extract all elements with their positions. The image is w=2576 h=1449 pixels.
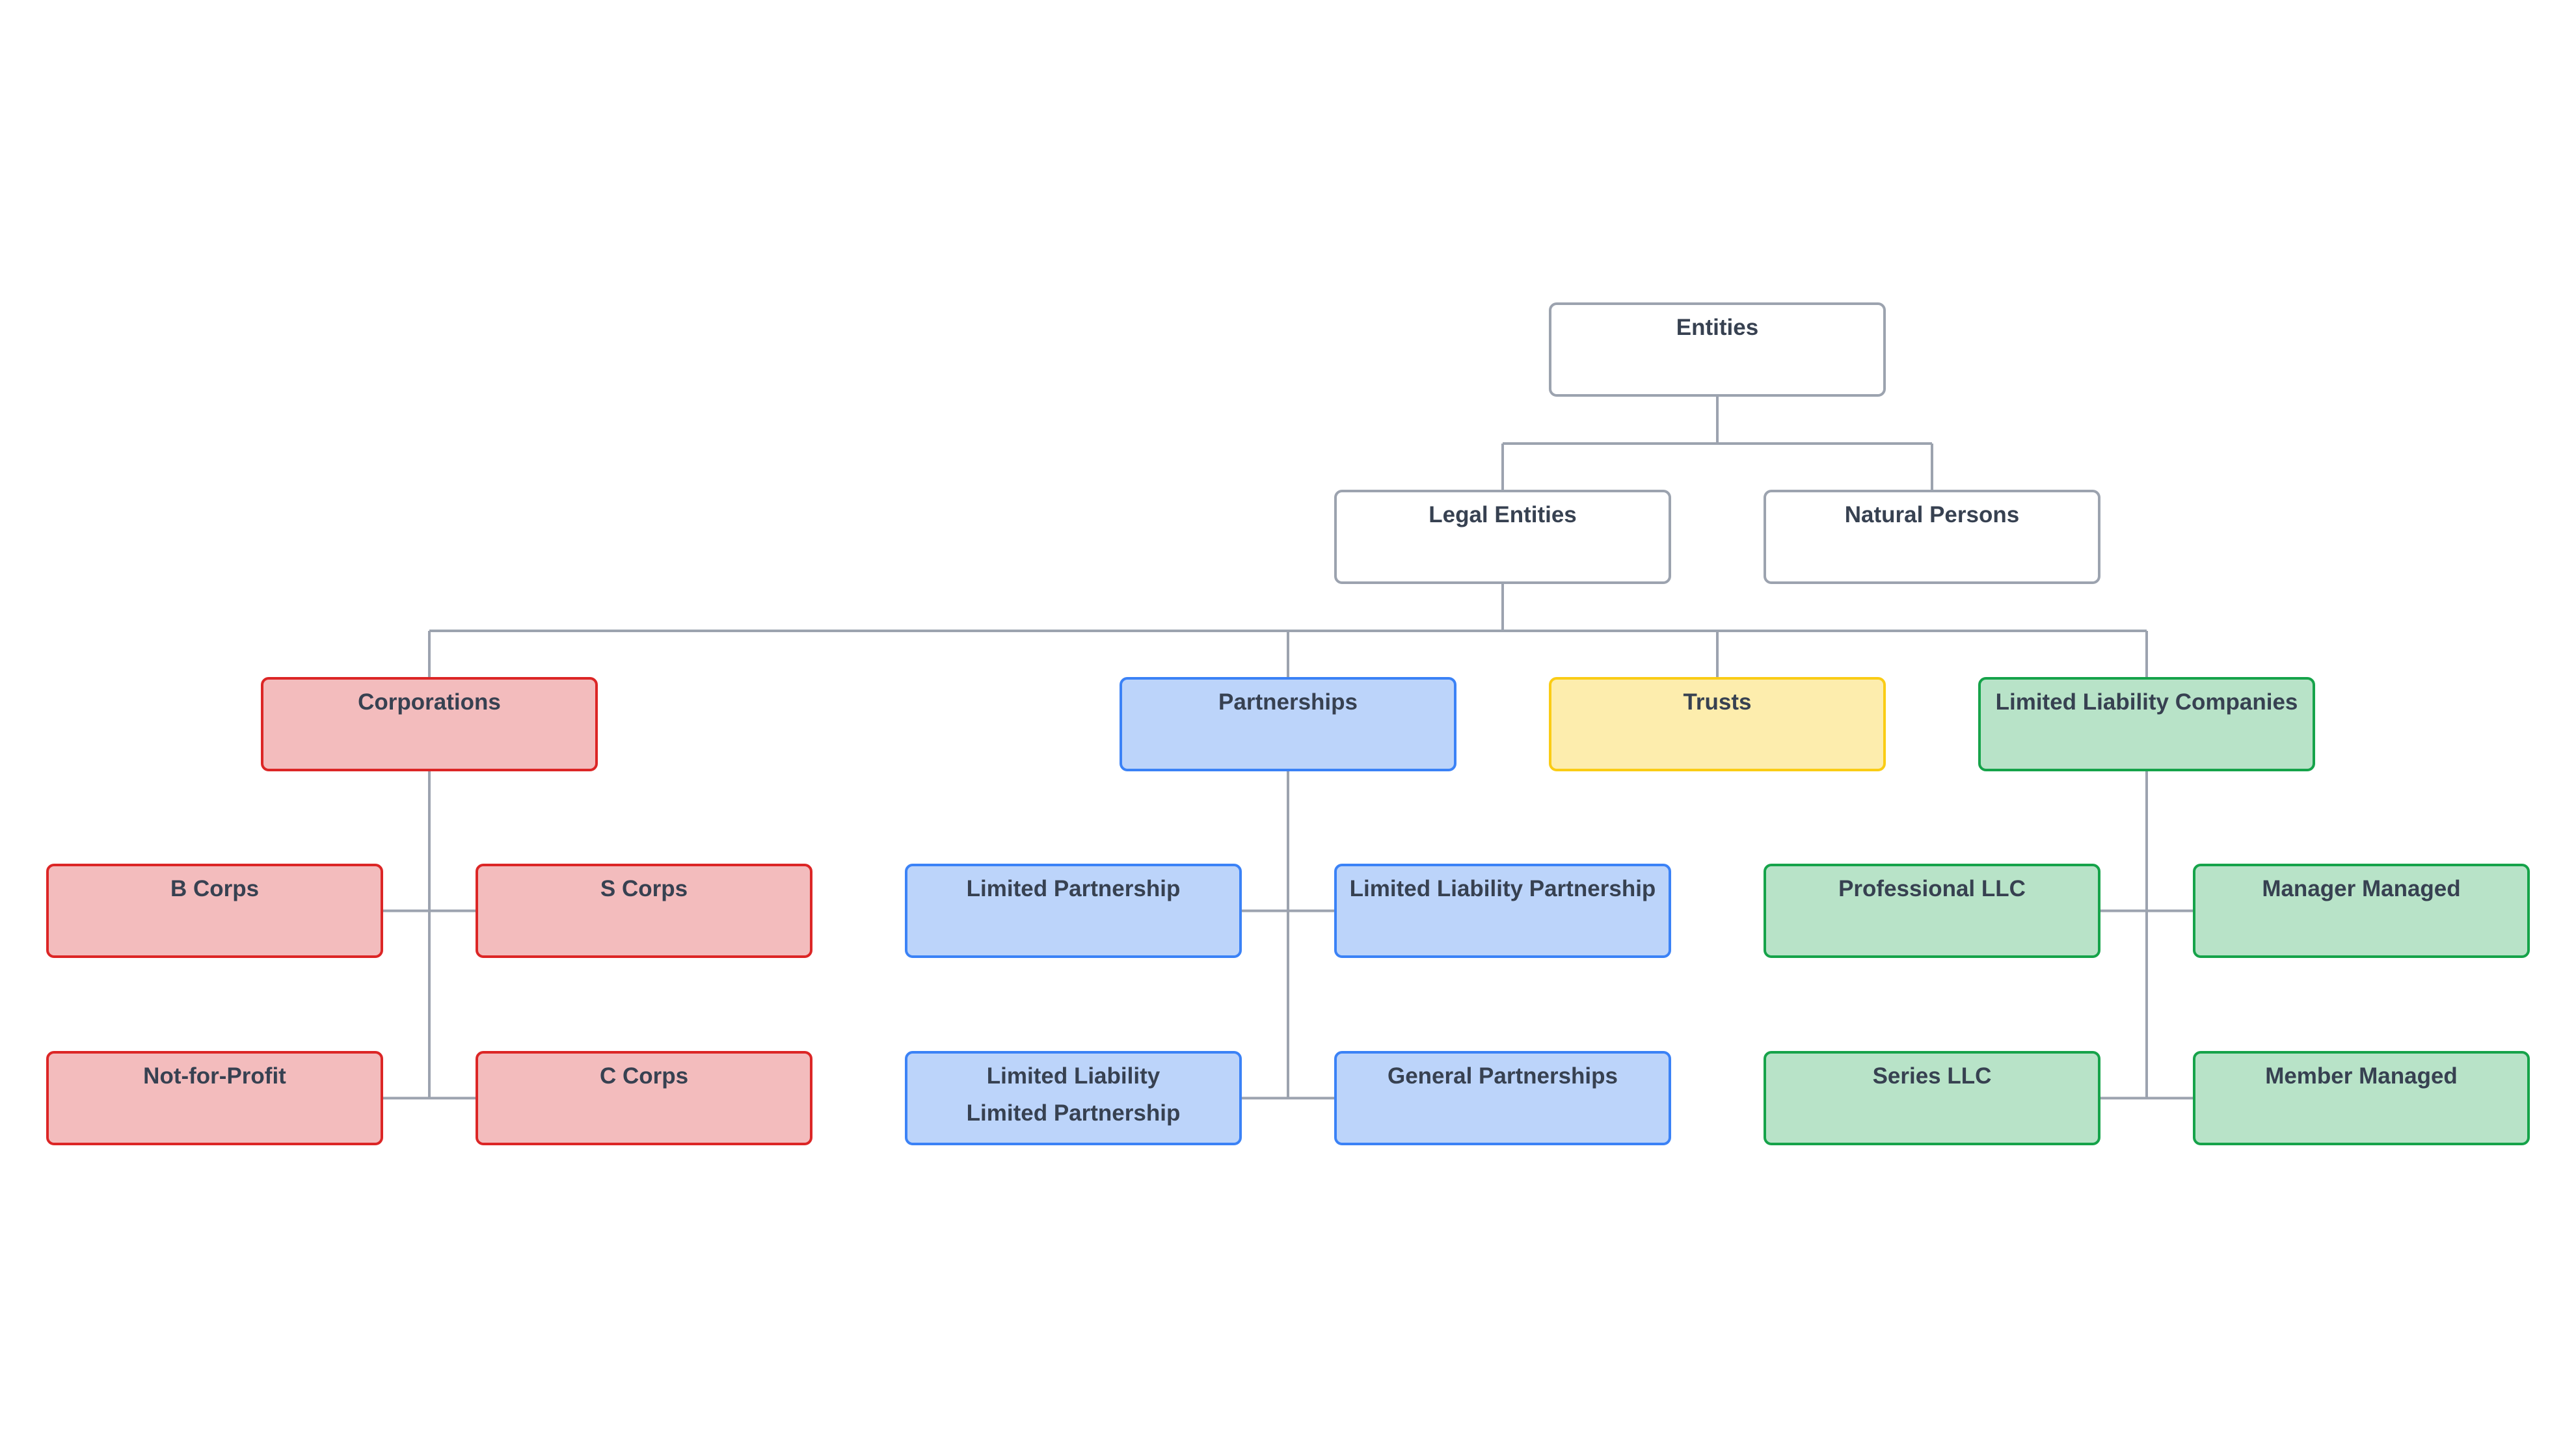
node-professional-llc[interactable]: Professional LLC: [1764, 864, 2100, 958]
node-b-corps[interactable]: B Corps: [46, 864, 383, 958]
node-manager-managed[interactable]: Manager Managed: [2193, 864, 2530, 958]
node-entities[interactable]: Entities: [1549, 302, 1886, 397]
node-label: Series LLC: [1872, 1063, 1992, 1089]
node-label: Limited Liability Limited Partnership: [966, 1063, 1181, 1126]
node-natural-persons[interactable]: Natural Persons: [1764, 490, 2100, 584]
node-label: Limited Liability Companies: [1995, 689, 2298, 715]
org-chart: Entities Legal Entities Natural Persons …: [0, 0, 2576, 1449]
node-series-llc[interactable]: Series LLC: [1764, 1051, 2100, 1145]
node-limited-liability-partnership[interactable]: Limited Liability Partnership: [1334, 864, 1671, 958]
node-s-corps[interactable]: S Corps: [476, 864, 812, 958]
node-label: S Corps: [600, 876, 688, 901]
node-label: Member Managed: [2265, 1063, 2458, 1089]
node-label: Manager Managed: [2262, 876, 2461, 901]
node-label: Corporations: [358, 689, 501, 715]
node-label: Partnerships: [1218, 689, 1358, 715]
node-label: Limited Partnership: [966, 876, 1181, 901]
node-label: Legal Entities: [1429, 502, 1577, 527]
node-limited-partnership[interactable]: Limited Partnership: [905, 864, 1242, 958]
node-trusts[interactable]: Trusts: [1549, 677, 1886, 771]
node-c-corps[interactable]: C Corps: [476, 1051, 812, 1145]
node-label: Not-for-Profit: [143, 1063, 286, 1089]
node-label: B Corps: [170, 876, 260, 901]
node-label: Trusts: [1683, 689, 1752, 715]
node-label: General Partnerships: [1387, 1063, 1618, 1089]
node-limited-liability-limited-partnership[interactable]: Limited Liability Limited Partnership: [905, 1051, 1242, 1145]
node-limited-liability-companies[interactable]: Limited Liability Companies: [1978, 677, 2315, 771]
node-label: Professional LLC: [1838, 876, 2026, 901]
node-not-for-profit[interactable]: Not-for-Profit: [46, 1051, 383, 1145]
node-label: Natural Persons: [1844, 502, 2020, 527]
node-partnerships[interactable]: Partnerships: [1120, 677, 1456, 771]
node-label: Limited Liability Partnership: [1349, 876, 1656, 901]
node-label: C Corps: [599, 1063, 689, 1089]
node-legal-entities[interactable]: Legal Entities: [1334, 490, 1671, 584]
node-general-partnerships[interactable]: General Partnerships: [1334, 1051, 1671, 1145]
node-label: Entities: [1676, 315, 1759, 340]
node-corporations[interactable]: Corporations: [261, 677, 598, 771]
node-member-managed[interactable]: Member Managed: [2193, 1051, 2530, 1145]
